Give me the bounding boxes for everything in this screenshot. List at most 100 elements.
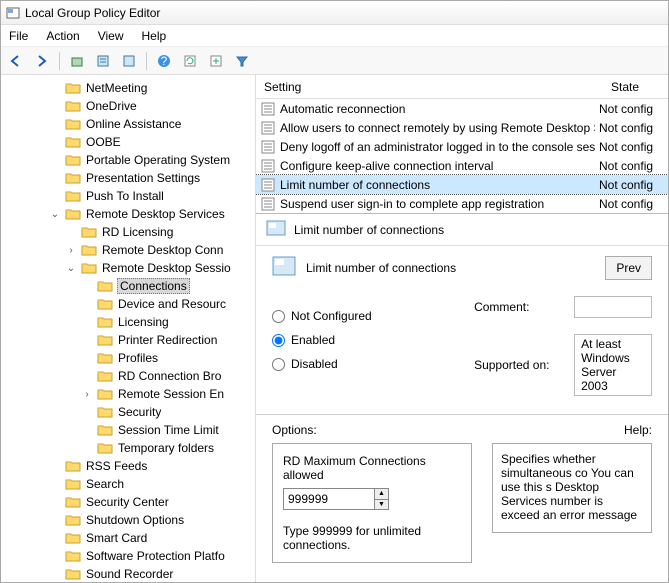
setting-name: Suspend user sign-in to complete app reg… <box>280 197 595 211</box>
filter-button[interactable] <box>231 50 253 72</box>
expander-icon <box>65 226 77 238</box>
tree-item[interactable]: Presentation Settings <box>1 169 255 187</box>
tree-item[interactable]: Session Time Limit <box>1 421 255 439</box>
max-connections-input[interactable] <box>284 489 374 509</box>
menu-view[interactable]: View <box>98 29 124 43</box>
up-button[interactable] <box>66 50 88 72</box>
folder-icon <box>81 261 97 275</box>
expander-icon <box>49 514 61 526</box>
policy-item-icon <box>260 139 276 155</box>
spin-up-icon[interactable]: ▲ <box>375 489 388 500</box>
tree-item[interactable]: NetMeeting <box>1 79 255 97</box>
tree-item[interactable]: ›Remote Session En <box>1 385 255 403</box>
expander-icon <box>49 118 61 130</box>
folder-icon <box>65 99 81 113</box>
detail-caption: Limit number of connections <box>256 214 668 246</box>
window-title: Local Group Policy Editor <box>25 6 160 20</box>
supported-label: Supported on: <box>474 358 564 372</box>
export-button[interactable] <box>205 50 227 72</box>
folder-icon <box>65 189 81 203</box>
tree-item[interactable]: Portable Operating System <box>1 151 255 169</box>
tree-item[interactable]: Security <box>1 403 255 421</box>
back-button[interactable] <box>5 50 27 72</box>
expander-icon <box>81 370 93 382</box>
folder-icon <box>97 405 113 419</box>
setting-row[interactable]: Automatic reconnectionNot config <box>256 99 668 118</box>
setting-row[interactable]: Suspend user sign-in to complete app reg… <box>256 194 668 213</box>
expander-icon <box>49 154 61 166</box>
expander-icon[interactable]: › <box>81 388 93 400</box>
refresh-button[interactable] <box>179 50 201 72</box>
details-button[interactable] <box>92 50 114 72</box>
tree-item[interactable]: Printer Redirection <box>1 331 255 349</box>
expander-icon <box>49 82 61 94</box>
column-state[interactable]: State <box>603 77 668 97</box>
tree-item[interactable]: Licensing <box>1 313 255 331</box>
tree-item-label: Remote Desktop Sessio <box>101 261 232 275</box>
setting-state: Not config <box>599 121 664 135</box>
detail-caption-text: Limit number of connections <box>294 223 444 237</box>
settings-list[interactable]: Automatic reconnectionNot config Allow us… <box>256 99 668 214</box>
tree-item[interactable]: Security Center <box>1 493 255 511</box>
tree-item[interactable]: ⌄ Remote Desktop Sessio <box>1 259 255 277</box>
setting-row[interactable]: Allow users to connect remotely by using… <box>256 118 668 137</box>
expander-icon <box>49 172 61 184</box>
app-icon <box>5 5 21 21</box>
column-setting[interactable]: Setting <box>256 77 603 97</box>
menu-action[interactable]: Action <box>46 29 79 43</box>
tree-item-label: Connections <box>117 278 190 294</box>
tree-item[interactable]: Profiles <box>1 349 255 367</box>
setting-row[interactable]: Configure keep-alive connection interval… <box>256 156 668 175</box>
folder-icon <box>65 207 81 221</box>
tree-item[interactable]: Temporary folders <box>1 439 255 457</box>
tree-item[interactable]: Connections <box>1 277 255 295</box>
expander-icon <box>49 496 61 508</box>
preview-button[interactable]: Prev <box>605 256 652 280</box>
tree-item[interactable]: RSS Feeds <box>1 457 255 475</box>
max-connections-label: RD Maximum Connections allowed <box>283 454 461 482</box>
setting-name: Allow users to connect remotely by using… <box>280 121 595 135</box>
tree-item[interactable]: Online Assistance <box>1 115 255 133</box>
policy-item-icon <box>260 101 276 117</box>
comment-field[interactable] <box>574 296 652 318</box>
list-button[interactable] <box>118 50 140 72</box>
spin-down-icon[interactable]: ▼ <box>375 500 388 510</box>
setting-state: Not config <box>599 102 664 116</box>
expander-icon[interactable]: ⌄ <box>49 208 61 220</box>
detail-title-text: Limit number of connections <box>306 261 456 275</box>
tree-item-label: Sound Recorder <box>85 567 174 581</box>
radio-not-configured[interactable]: Not Configured <box>272 309 456 323</box>
toolbar: ? <box>1 47 668 75</box>
radio-enabled[interactable]: Enabled <box>272 333 456 347</box>
comment-label: Comment: <box>474 300 564 314</box>
tree-item[interactable]: OneDrive <box>1 97 255 115</box>
tree-item[interactable]: ⌄Remote Desktop Services <box>1 205 255 223</box>
menu-help[interactable]: Help <box>142 29 167 43</box>
expander-icon <box>81 298 93 310</box>
tree-item[interactable]: Smart Card <box>1 529 255 547</box>
menu-file[interactable]: File <box>9 29 28 43</box>
tree-item[interactable]: Device and Resourc <box>1 295 255 313</box>
tree-item-label: Portable Operating System <box>85 153 231 167</box>
tree-item[interactable]: Software Protection Platfo <box>1 547 255 565</box>
tree-item[interactable]: RD Connection Bro <box>1 367 255 385</box>
max-connections-spinner[interactable]: ▲▼ <box>283 488 389 510</box>
tree-item[interactable]: ›Remote Desktop Conn <box>1 241 255 259</box>
tree-item[interactable]: Push To Install <box>1 187 255 205</box>
tree-item[interactable]: OOBE <box>1 133 255 151</box>
setting-row[interactable]: Limit number of connectionsNot config <box>256 175 668 194</box>
tree-item[interactable]: Shutdown Options <box>1 511 255 529</box>
forward-button[interactable] <box>31 50 53 72</box>
policy-icon <box>272 256 296 279</box>
expander-icon[interactable]: › <box>65 244 77 256</box>
setting-row[interactable]: Deny logoff of an administrator logged i… <box>256 137 668 156</box>
tree-item[interactable]: RD Licensing <box>1 223 255 241</box>
expander-icon[interactable]: ⌄ <box>65 262 77 274</box>
tree-view[interactable]: NetMeetingOneDriveOnline AssistanceOOBE P… <box>1 75 256 582</box>
radio-disabled[interactable]: Disabled <box>272 357 456 371</box>
help-button[interactable]: ? <box>153 50 175 72</box>
tree-item[interactable]: Sound Recorder <box>1 565 255 582</box>
tree-item[interactable]: Search <box>1 475 255 493</box>
folder-icon <box>97 333 113 347</box>
tree-item-label: Licensing <box>117 315 170 329</box>
